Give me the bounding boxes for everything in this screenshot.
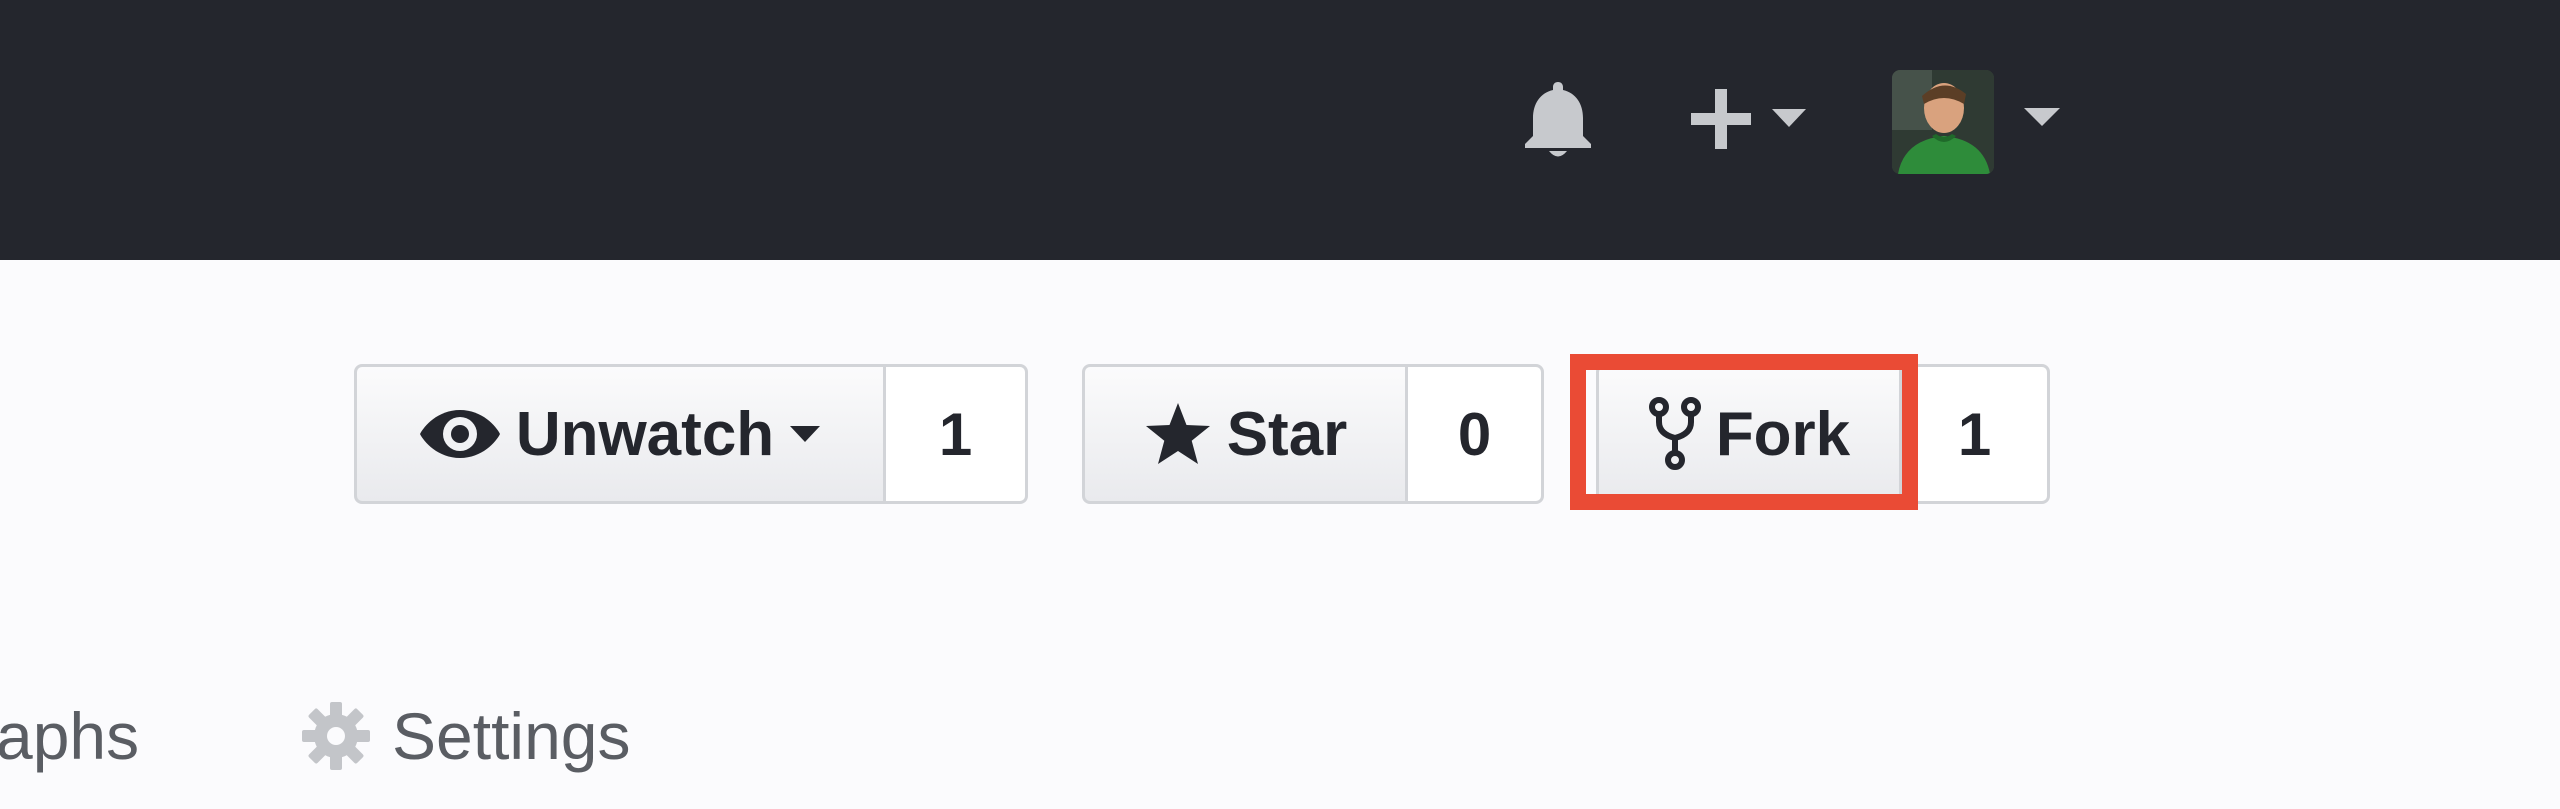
caret-down-icon[interactable] bbox=[2022, 104, 2062, 130]
watchers-count[interactable]: 1 bbox=[886, 364, 1028, 504]
forks-count[interactable]: 1 bbox=[1902, 364, 2050, 504]
fork-button[interactable]: Fork bbox=[1596, 364, 1902, 504]
repo-forked-icon bbox=[1648, 397, 1701, 470]
bell-icon[interactable] bbox=[1520, 78, 1596, 160]
tab-settings[interactable]: Settings bbox=[300, 696, 630, 776]
unwatch-label: Unwatch bbox=[515, 399, 775, 469]
gear-icon bbox=[302, 702, 370, 770]
fork-label: Fork bbox=[1715, 399, 1851, 469]
tab-graphs[interactable]: aphs bbox=[0, 696, 139, 776]
caret-down-icon bbox=[790, 426, 821, 442]
stargazers-count[interactable]: 0 bbox=[1408, 364, 1544, 504]
avatar[interactable] bbox=[1892, 70, 1994, 174]
star-label: Star bbox=[1226, 399, 1348, 469]
star-button-group: Star 0 bbox=[1082, 364, 1544, 504]
star-button[interactable]: Star bbox=[1082, 364, 1408, 504]
site-header bbox=[0, 0, 2560, 260]
watchers-count-value: 1 bbox=[938, 400, 973, 468]
unwatch-button[interactable]: Unwatch bbox=[354, 364, 886, 504]
caret-down-icon[interactable] bbox=[1770, 106, 1808, 130]
forks-count-value: 1 bbox=[1957, 400, 1992, 468]
star-icon bbox=[1145, 403, 1210, 464]
eye-icon bbox=[419, 410, 500, 458]
tab-settings-label: Settings bbox=[392, 699, 631, 773]
fork-button-group: Fork 1 bbox=[1596, 364, 2050, 504]
watch-button-group: Unwatch 1 bbox=[354, 364, 1028, 504]
stargazers-count-value: 0 bbox=[1457, 400, 1492, 468]
plus-icon[interactable] bbox=[1688, 86, 1754, 152]
